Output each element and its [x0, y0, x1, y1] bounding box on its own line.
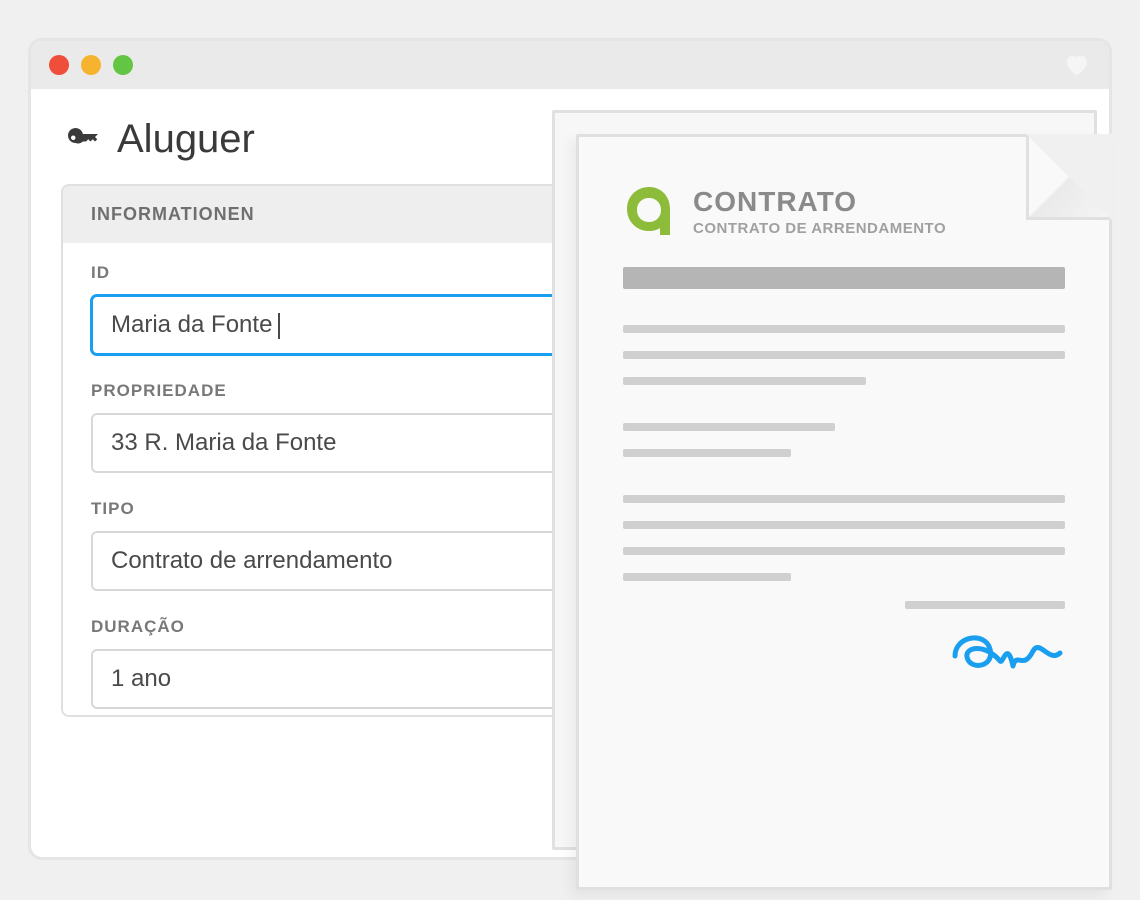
close-window-button[interactable]: [49, 55, 69, 75]
minimize-window-button[interactable]: [81, 55, 101, 75]
document-text-line: [623, 377, 866, 385]
signature-icon: [945, 621, 1065, 681]
type-input-value: Contrato de arrendamento: [111, 547, 393, 574]
titlebar: [31, 41, 1109, 89]
document-subtitle: CONTRATO DE ARRENDAMENTO: [693, 220, 946, 237]
signature-area: [623, 601, 1065, 681]
document-text-line: [623, 449, 791, 457]
document-header: CONTRATO CONTRATO DE ARRENDAMENTO: [623, 185, 1065, 237]
heart-icon[interactable]: [1063, 51, 1091, 79]
document-page-front: CONTRATO CONTRATO DE ARRENDAMENTO: [576, 134, 1112, 890]
document-title: CONTRATO: [693, 186, 946, 218]
duration-input-value: 1 ano: [111, 665, 171, 692]
id-input-value: Maria da Fonte: [111, 311, 272, 338]
document-text-line: [623, 547, 1065, 555]
document-text-line: [623, 351, 1065, 359]
document-preview: CONTRATO CONTRATO DE ARRENDAMENTO: [552, 110, 1112, 890]
key-icon: [65, 122, 101, 158]
page-title-text: Aluguer: [117, 117, 255, 162]
document-text-line: [623, 573, 791, 581]
brand-logo-icon: [623, 185, 675, 237]
text-cursor: [278, 313, 280, 339]
document-text-line: [623, 521, 1065, 529]
signature-line: [905, 601, 1065, 609]
window-controls: [49, 55, 133, 75]
document-text-line: [623, 325, 1065, 333]
document-text-line: [623, 495, 1065, 503]
document-text-line: [623, 423, 835, 431]
property-input-value: 33 R. Maria da Fonte: [111, 429, 336, 456]
maximize-window-button[interactable]: [113, 55, 133, 75]
page-fold-icon: [1026, 134, 1112, 220]
document-heading-placeholder: [623, 267, 1065, 289]
